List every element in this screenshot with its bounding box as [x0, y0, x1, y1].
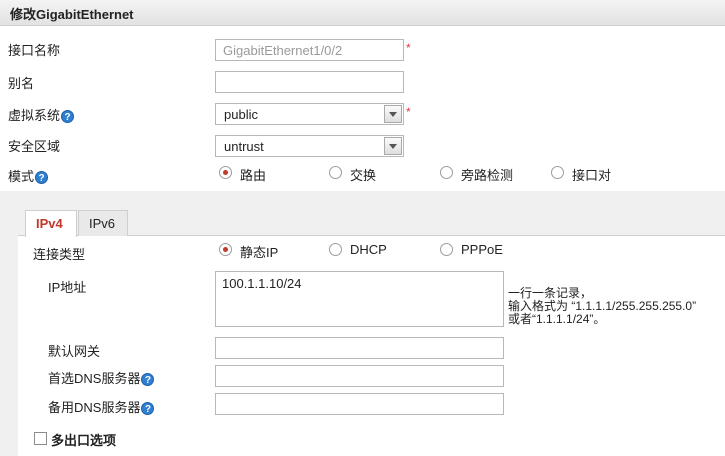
required-marker: * — [406, 105, 411, 119]
mode-radio-bypass[interactable] — [440, 166, 453, 179]
secondary-dns-input[interactable] — [215, 393, 504, 415]
tab-ipv4[interactable]: IPv4 — [25, 210, 77, 237]
virtual-system-select[interactable]: public — [215, 103, 404, 125]
multi-egress-label[interactable]: 多出口选项 — [51, 430, 116, 449]
virtual-system-value: public — [224, 107, 258, 122]
mode-option-switch[interactable]: 交换 — [350, 165, 376, 184]
security-zone-label: 安全区域 — [8, 139, 61, 154]
default-gateway-input[interactable] — [215, 337, 504, 359]
primary-dns-label-text: 首选DNS服务器 — [48, 371, 141, 386]
virtual-system-label: 虚拟系统? — [8, 105, 75, 124]
help-icon[interactable]: ? — [141, 373, 155, 387]
secondary-dns-label: 备用DNS服务器? — [48, 397, 155, 416]
multi-egress-checkbox[interactable] — [34, 432, 47, 445]
ip-address-textarea[interactable]: 100.1.1.10/24 — [215, 271, 504, 327]
interface-name-label: 接口名称 — [8, 43, 61, 58]
help-icon[interactable]: ? — [141, 402, 155, 416]
alias-label: 别名 — [8, 76, 35, 91]
security-zone-select[interactable]: untrust — [215, 135, 404, 157]
help-icon[interactable]: ? — [35, 171, 49, 185]
dialog-title: 修改GigabitEthernet — [10, 7, 134, 22]
mode-radio-switch[interactable] — [329, 166, 342, 179]
mode-option-interface-pair[interactable]: 接口对 — [572, 165, 611, 184]
mode-label-text: 模式 — [8, 169, 35, 184]
interface-name-input[interactable] — [215, 39, 404, 61]
default-gateway-label: 默认网关 — [48, 344, 101, 359]
secondary-dns-label-text: 备用DNS服务器 — [48, 400, 141, 415]
required-marker: * — [406, 41, 411, 55]
primary-dns-input[interactable] — [215, 365, 504, 387]
connection-radio-static[interactable] — [219, 243, 232, 256]
help-icon[interactable]: ? — [61, 110, 75, 124]
chevron-down-icon[interactable] — [384, 137, 402, 155]
connection-radio-pppoe[interactable] — [440, 243, 453, 256]
mode-radio-route[interactable] — [219, 166, 232, 179]
security-zone-value: untrust — [224, 139, 264, 154]
alias-input[interactable] — [215, 71, 404, 93]
mode-option-bypass[interactable]: 旁路检测 — [461, 165, 513, 184]
mode-radio-interface-pair[interactable] — [551, 166, 564, 179]
mode-option-route[interactable]: 路由 — [240, 165, 266, 184]
connection-radio-dhcp[interactable] — [329, 243, 342, 256]
chevron-down-icon[interactable] — [384, 105, 402, 123]
ip-address-hint-line-3: 或者“1.1.1.1/24”。 — [508, 312, 606, 326]
ip-address-label: IP地址 — [48, 280, 87, 295]
mode-label: 模式? — [8, 166, 49, 185]
connection-option-dhcp[interactable]: DHCP — [350, 242, 387, 257]
dialog-title-bar: 修改GigabitEthernet — [0, 0, 725, 26]
connection-option-pppoe[interactable]: PPPoE — [461, 242, 503, 257]
connection-type-label: 连接类型 — [33, 247, 86, 262]
connection-option-static[interactable]: 静态IP — [240, 242, 278, 261]
tab-ipv6[interactable]: IPv6 — [78, 210, 128, 236]
primary-dns-label: 首选DNS服务器? — [48, 368, 155, 387]
virtual-system-label-text: 虚拟系统 — [8, 108, 61, 123]
